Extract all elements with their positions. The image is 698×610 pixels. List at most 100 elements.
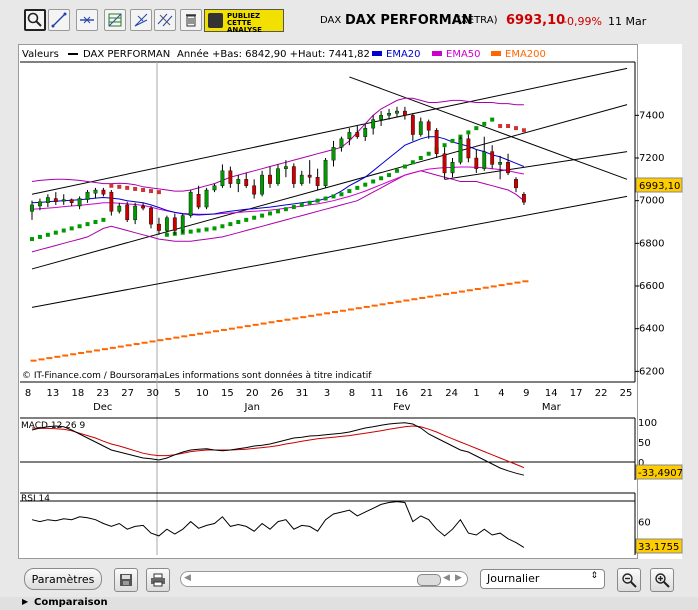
scroll-right-arrow-icon[interactable]: ▶ [455,573,462,583]
sar-dot-up [299,202,304,207]
ema200-segment [324,312,331,315]
ema200-segment [474,287,481,290]
ema200-segment [490,285,497,288]
sar-dot-up [490,117,495,122]
ema200-segment [54,355,61,358]
parameters-button[interactable]: Paramètres [24,568,102,590]
candle-down [141,205,145,209]
candle-up [85,191,90,200]
sar-dot-up [53,230,58,235]
select-arrows-icon: ⇕ [590,571,598,581]
ema200-segment [284,318,291,321]
candle-down [410,115,415,135]
sar-dot-up [69,226,74,231]
sar-dot-up [283,207,288,212]
x-tick-label: 15 [221,388,234,399]
x-tick-label: 30 [146,388,159,399]
print-button[interactable] [146,568,170,592]
candle-down [157,223,161,231]
scroll-thumb[interactable] [417,574,441,586]
x-tick-label: 5 [174,388,180,399]
scroll-left-arrow-icon[interactable]: ◀ [443,573,450,583]
x-tick-label: 17 [570,388,583,399]
sar-dot-up [474,126,479,131]
legend-ema200: EMA200 [505,49,546,60]
macd-tick-label: 50 [638,438,651,449]
ema200-segment [443,293,450,296]
ema200-segment [133,343,140,346]
expand-icon[interactable]: ▶ [22,597,28,606]
legend-series: DAX PERFORMAN [83,49,170,60]
save-button[interactable] [114,568,138,592]
sar-dot-up [450,138,455,143]
ema200-segment [268,321,275,324]
candle-up [220,170,225,186]
sar-dot-up [45,232,50,237]
scroll-left-icon[interactable]: ◀ [184,573,191,583]
candle-down [514,179,518,189]
ema200-segment [212,330,219,333]
rsi-badge-text: 33,1755 [638,542,679,553]
candle-down [466,138,471,159]
month-label: Mar [542,402,562,413]
sar-dot-up [363,182,368,187]
sar-dot-up [379,176,384,181]
sar-dot-up [77,224,82,229]
month-label: Dec [93,402,112,413]
sar-dot-up [426,151,431,156]
candle-up [45,197,50,203]
sar-dot-down [149,189,154,194]
x-tick-label: 10 [196,388,209,399]
price-tick-label: 6200 [639,366,664,377]
zoom-out-button[interactable] [617,568,641,592]
candle-up [93,189,98,194]
sar-dot-up [275,209,280,214]
zoom-in-button[interactable] [650,568,674,592]
sar-dot-up [260,213,265,218]
rsi-label: RSI 14 [21,494,50,504]
sar-dot-up [418,156,423,160]
sar-dot-up [331,194,336,199]
x-tick-label: 21 [420,388,433,399]
ema200-segment [522,280,529,283]
candle-up [260,174,264,195]
x-tick-label: 4 [498,388,504,399]
ema200-segment [466,289,473,292]
ema200-segment [363,305,370,308]
month-label: Jan [244,402,260,413]
ema200-segment [181,335,188,338]
sar-dot-down [521,128,526,133]
ema200-segment [482,286,489,289]
sar-dot-up [291,205,296,210]
rsi-line [31,501,525,548]
period-select[interactable]: Journalier ⇕ [480,569,605,589]
ema200-segment [355,307,362,310]
candle-down [442,153,447,174]
candle-up [38,201,42,207]
sar-dot-up [371,179,376,184]
x-tick-label: 31 [296,388,309,399]
candle-down [291,166,296,184]
sar-dot-up [164,232,169,237]
candle-up [188,191,193,216]
legend-ema20: EMA20 [386,49,421,60]
comparison-label[interactable]: Comparaison [34,597,108,608]
ema200-segment [109,346,116,349]
trend-line [444,151,628,180]
candle-down [474,157,479,169]
candle-down [53,198,58,202]
candle-down [101,189,106,195]
ema200-segment [435,294,442,297]
time-scrollbar[interactable]: ◀ ◀ ▶ [180,571,468,587]
x-tick-label: 3 [324,388,330,399]
chart-svg[interactable]: Valeurs DAX PERFORMAN Année +Bas: 6842,9… [0,0,698,560]
x-tick-label: 1 [473,388,479,399]
x-tick-label: 13 [47,388,60,399]
sar-dot-down [156,190,161,195]
legend-range: Année +Bas: 6842,90 +Haut: 7441,82 [177,48,370,60]
candle-up [117,205,122,212]
legend-ema50-swatch [432,51,442,56]
price-tick-label: 7000 [639,196,664,207]
ema200-segment [165,337,172,340]
trend-line [349,76,628,180]
